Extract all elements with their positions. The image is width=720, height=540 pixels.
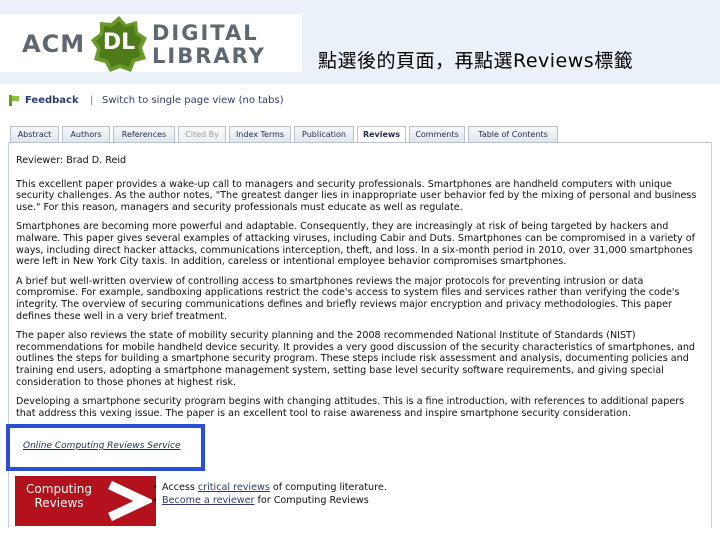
review-paragraph: The paper also reviews the state of mobi… bbox=[16, 330, 696, 388]
cr-logo-line2: Reviews bbox=[34, 496, 84, 510]
tab-table-of-contents[interactable]: Table of Contents bbox=[468, 126, 558, 142]
computing-reviews-list: • Access critical reviews of computing li… bbox=[152, 481, 387, 507]
feedback-link[interactable]: Feedback bbox=[25, 95, 79, 106]
tab-reviews[interactable]: Reviews bbox=[357, 126, 406, 143]
critical-reviews-link[interactable]: critical reviews bbox=[198, 482, 270, 493]
become-reviewer-suffix: for Computing Reviews bbox=[254, 495, 369, 506]
review-content: Reviewer: Brad D. Reid This excellent pa… bbox=[16, 155, 704, 427]
tab-comments[interactable]: Comments bbox=[409, 126, 465, 142]
cr-logo-mark-icon bbox=[108, 480, 152, 522]
acm-dl-logo[interactable]: ACM DL DIGITAL LIBRARY bbox=[0, 14, 302, 72]
reviewer-name: Reviewer: Brad D. Reid bbox=[16, 155, 127, 166]
become-reviewer-link[interactable]: Become a reviewer bbox=[162, 495, 254, 506]
tab-references[interactable]: References bbox=[113, 126, 175, 142]
review-paragraph: This excellent paper provides a wake-up … bbox=[16, 178, 697, 213]
tab-authors[interactable]: Authors bbox=[62, 126, 110, 142]
tab-cited-by: Cited By bbox=[178, 126, 226, 142]
switch-single-page-link[interactable]: Switch to single page view (no tabs) bbox=[102, 95, 284, 106]
cr-logo-text: Computing Reviews bbox=[15, 482, 103, 510]
feedback-separator: | bbox=[90, 95, 94, 106]
bullet-icon: • bbox=[152, 495, 158, 506]
list-item: • Become a reviewer for Computing Reviews bbox=[152, 494, 387, 507]
feedback-icon bbox=[9, 95, 19, 106]
panel-border-right bbox=[711, 142, 712, 528]
logo-word-library: LIBRARY bbox=[152, 44, 266, 68]
review-paragraph: A brief but well-written overview of con… bbox=[16, 275, 680, 322]
logo-badge-text: DL bbox=[102, 30, 136, 55]
access-prefix: Access bbox=[162, 482, 198, 493]
review-paragraph: Developing a smartphone security program… bbox=[16, 396, 685, 419]
slide-caption: 點選後的頁面，再點選Reviews標籤 bbox=[318, 50, 634, 72]
review-paragraph: Smartphones are becoming more powerful a… bbox=[16, 221, 696, 268]
tab-index-terms[interactable]: Index Terms bbox=[229, 126, 291, 142]
computing-reviews-logo[interactable]: Computing Reviews bbox=[15, 476, 156, 526]
tab-publication[interactable]: Publication bbox=[294, 126, 354, 142]
logo-word-digital: DIGITAL bbox=[152, 21, 259, 45]
logo-acm-text: ACM bbox=[22, 30, 86, 58]
tab-abstract[interactable]: Abstract bbox=[10, 126, 59, 142]
highlight-box bbox=[6, 424, 205, 471]
list-item: • Access critical reviews of computing li… bbox=[152, 481, 387, 494]
bullet-icon: • bbox=[152, 482, 158, 493]
tab-panel-divider bbox=[8, 142, 712, 143]
access-suffix: of computing literature. bbox=[269, 482, 387, 493]
dl-badge-icon: DL bbox=[90, 15, 148, 73]
cr-logo-line1: Computing bbox=[26, 482, 92, 496]
